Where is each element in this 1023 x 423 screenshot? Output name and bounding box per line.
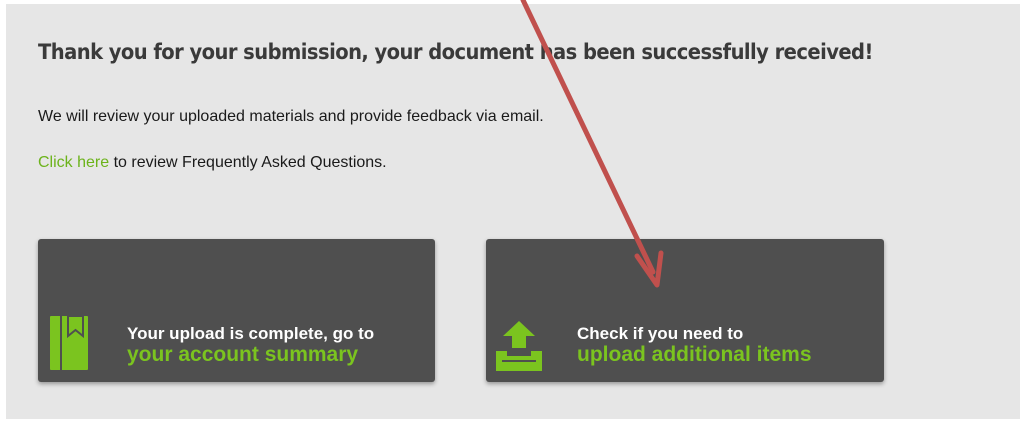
review-message: We will review your uploaded materials a…	[38, 108, 544, 125]
bookmark-icon	[50, 316, 88, 370]
upload-card-line1: Check if you need to	[577, 324, 744, 343]
faq-line: Click here to review Frequently Asked Qu…	[38, 154, 387, 172]
confirmation-panel: Thank you for your submission, your docu…	[6, 4, 1020, 419]
confirmation-heading: Thank you for your submission, your docu…	[38, 40, 873, 64]
upload-tray-icon	[496, 321, 542, 371]
account-card-line2: your account summary	[127, 343, 359, 366]
upload-additional-button[interactable]: Check if you need to upload additional i…	[486, 239, 884, 382]
faq-link[interactable]: Click here	[38, 154, 109, 171]
upload-card-line2: upload additional items	[577, 343, 812, 366]
faq-text: to review Frequently Asked Questions.	[109, 154, 387, 171]
account-card-text: Your upload is complete, go to your acco…	[127, 324, 374, 366]
upload-card-text: Check if you need to upload additional i…	[577, 324, 812, 366]
account-card-line1: Your upload is complete, go to	[127, 324, 375, 343]
account-summary-button[interactable]: Your upload is complete, go to your acco…	[38, 239, 435, 382]
